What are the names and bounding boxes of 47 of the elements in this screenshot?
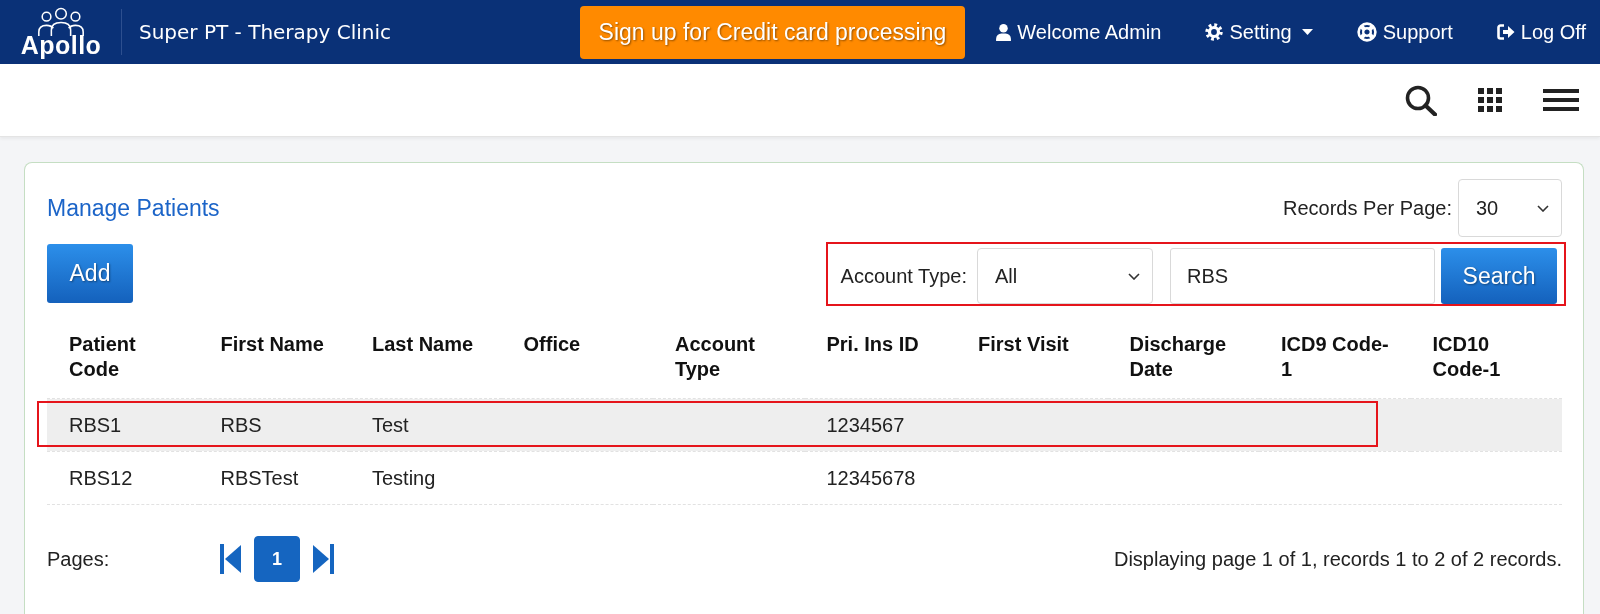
search-field[interactable]: RBS	[1170, 248, 1435, 304]
column-header: ICD10 Code-1	[1410, 320, 1562, 399]
page-button[interactable]: 1	[254, 536, 300, 582]
add-button[interactable]: Add	[47, 244, 133, 303]
welcome-link[interactable]: Welcome Admin	[996, 20, 1162, 44]
log-off-link[interactable]: Log Off	[1496, 20, 1586, 44]
column-header: First Name	[198, 320, 350, 399]
table-cell: RBS	[220, 414, 262, 436]
column-header: ICD9 Code-1	[1259, 320, 1411, 399]
table-cell: 1234567	[826, 414, 905, 436]
gear-icon	[1205, 23, 1224, 41]
column-header: Last Name	[350, 320, 502, 399]
last-page-icon[interactable]	[313, 544, 334, 574]
page-title: Manage Patients	[47, 194, 220, 222]
pages-label: Pages:	[47, 547, 111, 571]
records-summary: Displaying page 1 of 1, records 1 to 2 of 2 records.	[1113, 547, 1562, 571]
column-header: Account Type	[653, 320, 805, 399]
account-type-label: Account Type:	[840, 264, 967, 288]
sign-out-icon	[1496, 24, 1515, 40]
clinic-name: Super PT - Therapy Clinic	[139, 20, 392, 44]
table-cell: Testing	[372, 467, 436, 489]
records-per-page-label: Records Per Page:	[1283, 196, 1452, 220]
column-header: Pri. Ins ID	[804, 320, 956, 399]
account-type-select[interactable]: All	[977, 248, 1153, 304]
support-link[interactable]: Support	[1356, 20, 1453, 44]
records-per-page-select[interactable]: 30	[1458, 179, 1562, 237]
column-header: First Visit	[956, 320, 1108, 399]
table-cell: RBS1	[69, 414, 122, 436]
user-icon	[996, 23, 1012, 41]
search-icon[interactable]	[1405, 84, 1437, 116]
settings-menu[interactable]: Setting	[1205, 20, 1313, 44]
chevron-down-icon	[1537, 204, 1549, 212]
grid-icon[interactable]	[1478, 88, 1502, 112]
chevron-down-icon	[1128, 272, 1140, 280]
table-cell: RBSTest	[220, 467, 299, 489]
column-header: Discharge Date	[1107, 320, 1259, 399]
table-cell: Test	[372, 414, 409, 436]
first-page-icon[interactable]	[220, 544, 241, 574]
column-header: Office	[501, 320, 653, 399]
table-cell: 12345678	[826, 467, 916, 489]
table-row[interactable]: RBS12 RBSTest Testing 12345678	[47, 451, 1562, 505]
column-header: Patient Code	[47, 320, 199, 399]
logo-text: Apollo	[20, 33, 102, 57]
life-ring-icon	[1356, 22, 1377, 42]
search-button[interactable]: Search	[1441, 248, 1557, 304]
table-cell: RBS12	[69, 467, 133, 489]
menu-icon[interactable]	[1543, 89, 1579, 111]
